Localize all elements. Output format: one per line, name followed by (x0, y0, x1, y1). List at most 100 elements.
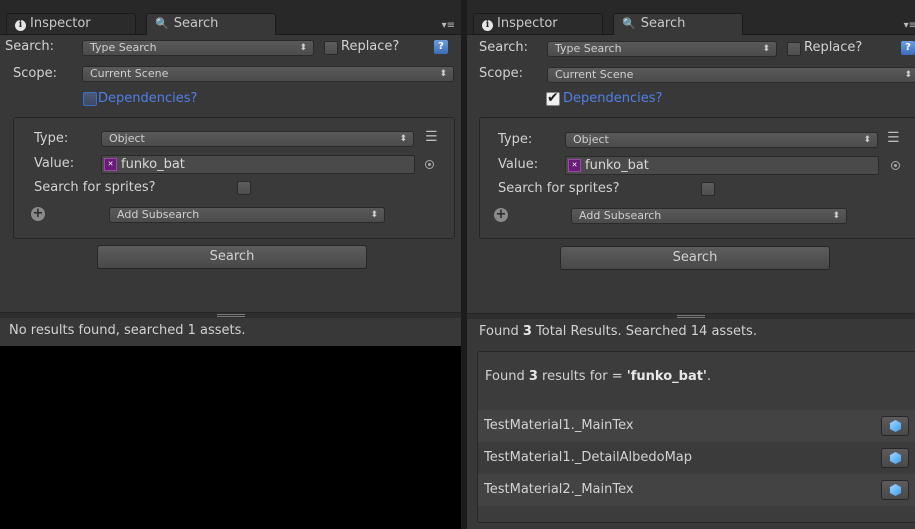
add-subsearch-dropdown[interactable]: Add Subsearch ⬍ (571, 208, 847, 224)
cube-icon (890, 452, 901, 464)
tab-inspector[interactable]: i Inspector (473, 13, 603, 34)
value-label: Value: (498, 157, 539, 172)
ping-asset-button[interactable] (881, 448, 909, 468)
tab-search[interactable]: 🔍 Search (146, 13, 276, 35)
search-panel-left: i Inspector 🔍 Search ▾≡ Search: Type Searc… (0, 0, 461, 529)
search-type-dropdown[interactable]: Type Search ⬍ (82, 40, 314, 56)
dropdown-arrow-icon: ⬍ (762, 44, 770, 54)
add-subsearch-label: Add Subsearch (579, 209, 662, 222)
ping-asset-button[interactable] (881, 416, 909, 436)
results-header-prefix: Found (485, 369, 525, 384)
search-panel-right: i Inspector 🔍 Search ▾≡ Search: Type Searc… (467, 0, 915, 529)
plus-icon[interactable]: + (494, 208, 508, 222)
object-picker-icon[interactable] (425, 160, 434, 169)
result-row[interactable]: TestMaterial2._MainTex (478, 474, 915, 506)
results-header-middle: results for = (542, 369, 623, 384)
scope-label: Scope: (479, 66, 523, 81)
sprites-label: Search for sprites? (34, 180, 156, 195)
status-prefix: Found (479, 324, 519, 339)
scope-dropdown[interactable]: Current Scene ⬍ (547, 67, 915, 83)
dropdown-arrow-icon: ⬍ (399, 134, 407, 144)
magnifier-icon: 🔍 (155, 17, 169, 30)
dropdown-arrow-icon: ⬍ (832, 211, 840, 221)
type-value: Object (109, 132, 145, 145)
status-count: 3 (522, 324, 532, 339)
sprites-label: Search for sprites? (498, 181, 620, 196)
replace-checkbox[interactable] (324, 41, 338, 55)
tab-bar: i Inspector 🔍 Search ▾≡ (467, 0, 915, 35)
scope-value: Current Scene (90, 67, 169, 80)
cube-icon (890, 420, 901, 432)
resize-handle[interactable] (0, 312, 461, 318)
type-label: Type: (34, 131, 69, 146)
info-icon: i (482, 20, 493, 31)
material-icon: ✕ (104, 158, 117, 171)
tab-bar: i Inspector 🔍 Search ▾≡ (0, 0, 461, 35)
replace-label: Replace? (341, 39, 400, 54)
result-row[interactable]: TestMaterial1._DetailAlbedoMap (478, 442, 915, 474)
search-type-value: Type Search (90, 41, 157, 54)
value-label: Value: (34, 156, 75, 171)
help-icon[interactable]: ? (434, 40, 448, 54)
value-object-field[interactable]: ✕ funko_bat (565, 156, 879, 175)
menu-icon[interactable]: ▾≡ (442, 20, 455, 31)
tab-inspector-label: Inspector (497, 16, 558, 31)
search-type-value: Type Search (555, 42, 622, 55)
status-text: No results found, searched 1 assets. (9, 323, 246, 338)
menu-icon[interactable]: ▾≡ (904, 20, 915, 31)
search-type-dropdown[interactable]: Type Search ⬍ (547, 41, 777, 57)
search-button[interactable]: Search (97, 245, 367, 269)
info-icon: i (15, 20, 26, 31)
plus-icon[interactable]: + (31, 207, 45, 221)
dependencies-label[interactable]: Dependencies? (98, 91, 197, 106)
dropdown-arrow-icon: ⬍ (904, 70, 912, 80)
cube-icon (890, 484, 901, 496)
resize-handle[interactable] (467, 313, 915, 319)
type-dropdown[interactable]: Object ⬍ (565, 132, 878, 148)
add-subsearch-dropdown[interactable]: Add Subsearch ⬍ (109, 207, 385, 223)
status-text: Found 3 Total Results. Searched 14 asset… (479, 324, 757, 339)
result-label: TestMaterial1._MainTex (484, 418, 634, 433)
dependencies-checkbox[interactable] (83, 92, 97, 106)
scope-dropdown[interactable]: Current Scene ⬍ (82, 66, 454, 82)
results-box: Found 3 results for = 'funko_bat'. TestM… (477, 351, 915, 523)
dropdown-arrow-icon: ⬍ (299, 43, 307, 53)
grip-icon (216, 314, 245, 317)
search-label: Search: (5, 39, 55, 54)
add-subsearch-label: Add Subsearch (117, 208, 200, 221)
object-picker-icon[interactable] (891, 161, 900, 170)
results-header-query: 'funko_bat' (626, 369, 707, 384)
value-text: funko_bat (121, 157, 185, 172)
results-header-count: 3 (528, 369, 538, 384)
type-dropdown[interactable]: Object ⬍ (101, 131, 414, 147)
dependencies-label[interactable]: Dependencies? (563, 91, 662, 106)
search-button[interactable]: Search (560, 246, 830, 270)
value-text: funko_bat (585, 158, 649, 173)
search-label: Search: (479, 40, 529, 55)
help-icon[interactable]: ? (901, 41, 915, 55)
empty-results-area (0, 346, 461, 529)
scope-value: Current Scene (555, 68, 634, 81)
dropdown-arrow-icon: ⬍ (370, 210, 378, 220)
replace-label: Replace? (804, 40, 863, 55)
status-suffix: Total Results. Searched 14 assets. (536, 324, 757, 339)
result-row[interactable]: TestMaterial1._MainTex (478, 410, 915, 442)
replace-checkbox[interactable] (787, 42, 801, 56)
tab-search[interactable]: 🔍 Search (613, 13, 743, 35)
dependencies-checkbox[interactable] (546, 90, 560, 106)
tab-search-label: Search (173, 16, 219, 31)
sprites-checkbox[interactable] (701, 182, 715, 196)
scope-label: Scope: (13, 66, 57, 81)
tab-inspector[interactable]: i Inspector (6, 13, 136, 34)
type-label: Type: (498, 132, 533, 147)
results-header: Found 3 results for = 'funko_bat'. (485, 369, 711, 384)
type-value: Object (573, 133, 609, 146)
result-label: TestMaterial1._DetailAlbedoMap (484, 450, 693, 465)
ping-asset-button[interactable] (881, 480, 909, 500)
dropdown-arrow-icon: ⬍ (863, 135, 871, 145)
sprites-checkbox[interactable] (237, 181, 251, 195)
hamburger-icon[interactable]: ☰ (887, 131, 900, 145)
result-label: TestMaterial2._MainTex (484, 482, 634, 497)
hamburger-icon[interactable]: ☰ (425, 130, 438, 144)
value-object-field[interactable]: ✕ funko_bat (101, 155, 415, 174)
